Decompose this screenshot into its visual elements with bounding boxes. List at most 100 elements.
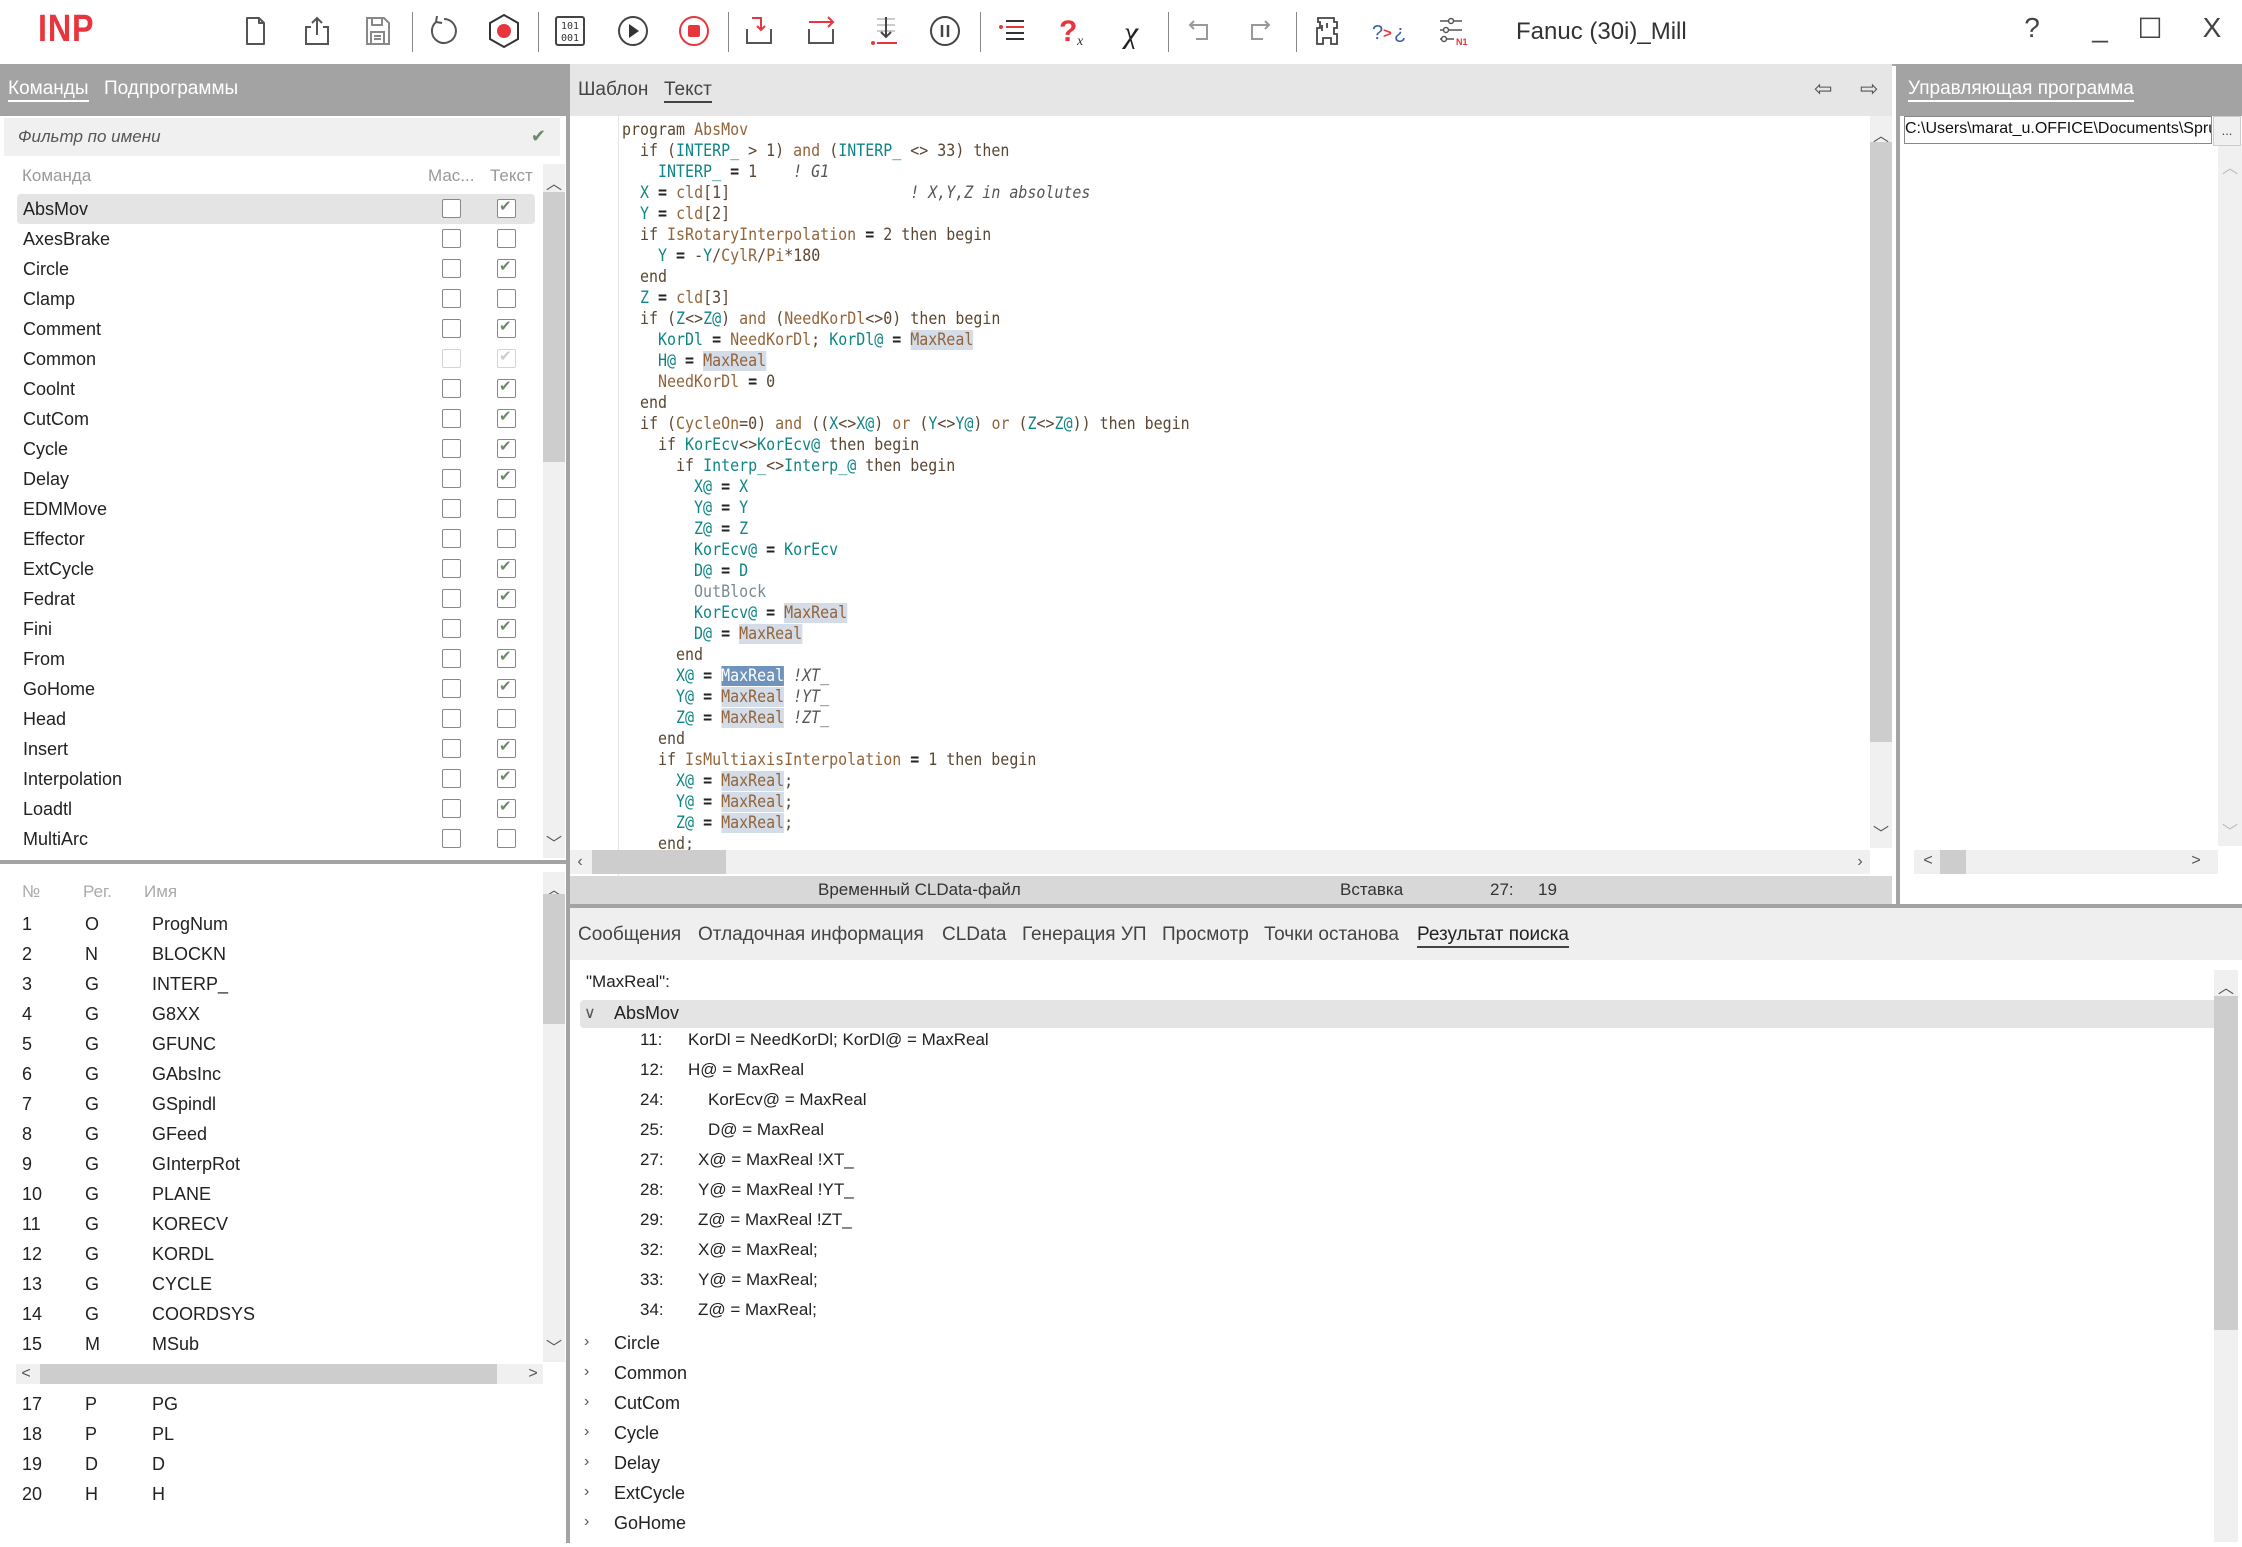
result-line-number[interactable]: 27: [640,1150,664,1170]
mask-checkbox[interactable] [442,469,461,488]
record-button[interactable] [485,12,523,50]
text-checkbox[interactable]: ✔ [497,588,516,608]
result-text[interactable]: Y@ = MaxReal; [698,1270,818,1290]
mask-checkbox[interactable] [442,409,461,428]
scroll-left-icon[interactable]: < [16,1365,36,1383]
register-row[interactable]: 17 P PG [22,1394,522,1424]
result-line-number[interactable]: 28: [640,1180,664,1200]
result-group[interactable]: › CutCom [580,1390,2218,1418]
tab-template[interactable]: Шаблон [578,79,648,101]
register-row[interactable]: 11 G KORECV [22,1214,522,1244]
register-row[interactable]: 8 G GFeed [22,1124,522,1154]
tab-control-program[interactable]: Управляющая программа [1908,78,2134,102]
result-group[interactable]: › GoHome [580,1510,2218,1538]
result-text[interactable]: D@ = MaxReal [708,1120,824,1140]
result-line-number[interactable]: 34: [640,1300,664,1320]
tab-subprograms[interactable]: Подпрограммы [104,78,238,100]
mask-checkbox[interactable] [442,319,461,338]
scroll-down-icon[interactable]: ﹀ [1870,820,1892,844]
undo-button[interactable] [1180,12,1218,50]
register-row[interactable]: 3 G INTERP_ [22,974,522,1004]
commands-scroll-thumb[interactable] [543,192,565,462]
right-hscroll-thumb[interactable] [1940,850,1966,874]
commands-scrollbar[interactable]: ︿ ﹀ [543,164,565,858]
tab-bottom-2[interactable]: CLData [942,924,1006,946]
result-line-number[interactable]: 29: [640,1210,664,1230]
command-row[interactable]: Fedrat ✔ [17,584,535,614]
command-row[interactable]: Interpolation ✔ [17,764,535,794]
text-checkbox[interactable] [497,499,516,518]
register-row[interactable]: 14 G COORDSYS [22,1304,522,1334]
editor-hscroll-thumb[interactable] [592,850,726,874]
result-text[interactable]: Z@ = MaxReal; [698,1300,817,1320]
nav-forward-icon[interactable]: ⇨ [1860,76,1878,102]
registers-scrollbar[interactable]: ︿ ﹀ [543,872,565,1362]
command-row[interactable]: From ✔ [17,644,535,674]
mask-checkbox[interactable] [442,829,461,848]
list-button[interactable] [993,12,1031,50]
registers-scroll-thumb[interactable] [543,894,565,1024]
result-group[interactable]: › Delay [580,1450,2218,1478]
machine-button[interactable] [1308,12,1346,50]
nav-back-icon[interactable]: ⇦ [1814,76,1832,102]
new-file-button[interactable] [236,12,274,50]
text-checkbox[interactable] [497,829,516,848]
result-line-number[interactable]: 24: [640,1090,664,1110]
result-text[interactable]: KorEcv@ = MaxReal [708,1090,867,1110]
tab-commands[interactable]: Команды [8,78,89,102]
scroll-down-icon[interactable]: ﹀ [543,830,565,854]
mask-checkbox[interactable] [442,229,461,248]
scroll-right-icon[interactable]: > [2186,852,2206,870]
filter-input[interactable]: Фильтр по имени ✔ [4,118,560,156]
mask-checkbox[interactable] [442,499,461,518]
result-text[interactable]: H@ = MaxReal [688,1060,804,1080]
mask-checkbox[interactable] [442,259,461,278]
command-row[interactable]: Clamp [17,284,535,314]
mask-checkbox[interactable] [442,559,461,578]
result-group[interactable]: › Cycle [580,1420,2218,1448]
export-button[interactable] [297,12,335,50]
register-row[interactable]: 4 G G8XX [22,1004,522,1034]
command-row[interactable]: Loadtl ✔ [17,794,535,824]
tab-bottom-5[interactable]: Точки останова [1264,924,1399,946]
register-row[interactable]: 2 N BLOCKN [22,944,522,974]
save-button[interactable] [358,12,396,50]
code-editor[interactable]: program AbsMov if (INTERP_ > 1) and (INT… [570,116,1870,896]
result-text[interactable]: X@ = MaxReal !XT_ [698,1150,854,1170]
result-text[interactable]: KorDl = NeedKorDl; KorDl@ = MaxReal [688,1030,989,1050]
tab-bottom-3[interactable]: Генерация УП [1022,924,1147,946]
browse-button[interactable]: ... [2213,116,2241,146]
result-group[interactable]: › Circle [580,1330,2218,1358]
mask-checkbox[interactable] [442,709,461,728]
mask-checkbox[interactable] [442,199,461,218]
mask-checkbox[interactable] [442,379,461,398]
stop-button[interactable] [675,12,713,50]
mask-checkbox[interactable] [442,769,461,788]
binary-button[interactable]: 101 001 [551,12,589,50]
command-row[interactable]: Circle ✔ [17,254,535,284]
result-group[interactable]: › Common [580,1360,2218,1388]
text-checkbox[interactable]: ✔ [497,618,516,638]
text-checkbox[interactable]: ✔ [497,738,516,758]
register-row[interactable]: 18 P PL [22,1424,522,1454]
command-row[interactable]: Common ✔ [17,344,535,374]
command-row[interactable]: Cycle ✔ [17,434,535,464]
text-checkbox[interactable]: ✔ [497,798,516,818]
evaluate-button[interactable]: ? x [1054,12,1092,50]
register-row[interactable]: 1 O ProgNum [22,914,522,944]
step-over-button[interactable] [802,12,840,50]
find-replace-button[interactable]: ? > ¿ [1370,12,1408,50]
register-row[interactable]: 9 G GInterpRot [22,1154,522,1184]
result-group[interactable]: › ExtCycle [580,1480,2218,1508]
tab-bottom-6[interactable]: Результат поиска [1417,924,1569,948]
text-checkbox[interactable]: ✔ [497,198,516,218]
register-row[interactable]: 15 M MSub [22,1334,522,1364]
results-scrollbar[interactable]: ︿ [2214,970,2238,1542]
scroll-down-icon[interactable]: ﹀ [543,1334,565,1358]
command-row[interactable]: Comment ✔ [17,314,535,344]
scroll-up-icon[interactable]: ︿ [543,170,565,194]
text-checkbox[interactable]: ✔ [497,318,516,338]
redo-button[interactable] [1241,12,1279,50]
tab-bottom-4[interactable]: Просмотр [1162,924,1249,946]
text-checkbox[interactable] [497,229,516,248]
